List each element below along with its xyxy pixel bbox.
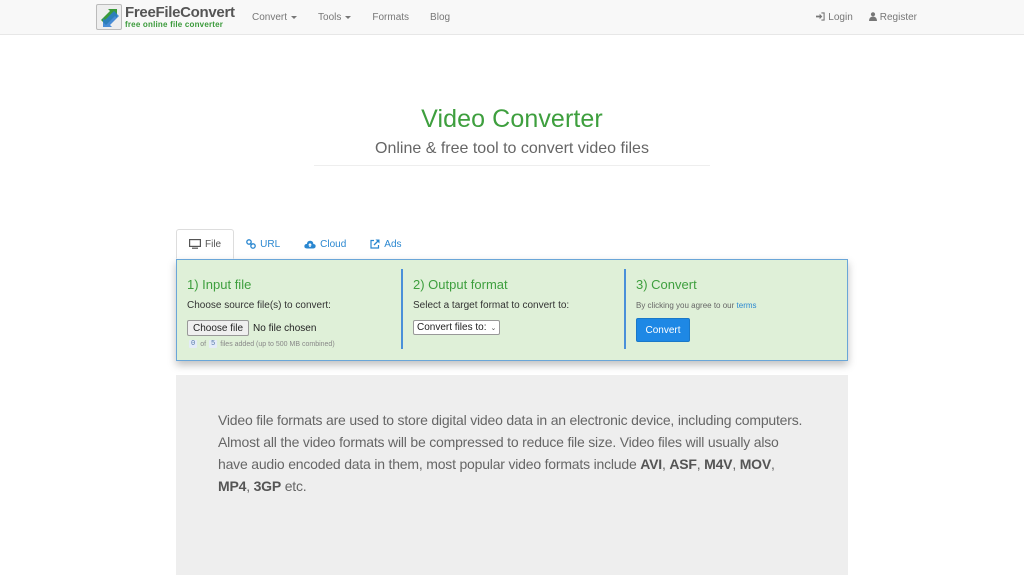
nav-account: Login Register [800, 0, 917, 35]
tab-ads[interactable]: Ads [358, 229, 413, 259]
file-count-of: of [200, 340, 207, 348]
format-avi: AVI [640, 456, 662, 472]
input-file-step: 1) Input file Choose source file(s) to c… [177, 260, 401, 360]
tab-file-label: File [205, 238, 222, 250]
monitor-icon [189, 239, 201, 249]
info-text: Video file formats are used to store dig… [218, 412, 803, 494]
chevron-down-icon: ⌄ [490, 324, 497, 332]
tab-cloud[interactable]: Cloud [292, 229, 358, 259]
info-section: Video file formats are used to store dig… [176, 375, 848, 575]
cloud-upload-icon [304, 240, 316, 249]
source-tabs: File URL Cloud Ads [176, 229, 414, 259]
navbar: FreeFileConvert free online file convert… [0, 0, 1024, 35]
nav-tools[interactable]: Tools [318, 12, 352, 23]
output-format-label: Select a target format to convert to: [413, 300, 570, 311]
format-m4v: M4V [704, 456, 733, 472]
nav-convert[interactable]: Convert [252, 12, 298, 23]
divider [314, 165, 710, 166]
tab-url[interactable]: URL [234, 229, 292, 259]
file-count-suffix: files added (up to 500 MB combined) [220, 340, 335, 348]
user-icon [868, 12, 877, 23]
format-asf: ASF [669, 456, 697, 472]
convert-step: 3) Convert By clicking you agree to our … [624, 269, 847, 349]
register-link[interactable]: Register [868, 12, 917, 23]
info-text-end: etc. [281, 478, 307, 494]
external-link-icon [370, 239, 380, 249]
login-link[interactable]: Login [816, 12, 853, 23]
converter-panel: 1) Input file Choose source file(s) to c… [176, 259, 848, 361]
convert-button[interactable]: Convert [636, 318, 690, 342]
file-status: No file chosen [253, 322, 317, 334]
logo-arrows-icon [96, 4, 122, 30]
nav-formats[interactable]: Formats [372, 12, 409, 23]
link-icon [246, 239, 256, 249]
tab-ads-label: Ads [384, 238, 402, 250]
output-format-value: Convert files to: [417, 322, 487, 333]
convert-heading: 3) Convert [636, 277, 697, 292]
nav-links: Convert Tools Formats Blog [252, 0, 471, 35]
logo-title: FreeFileConvert [125, 4, 235, 21]
choose-file-button[interactable]: Choose file [187, 320, 250, 336]
tab-file[interactable]: File [176, 229, 235, 259]
tab-url-label: URL [260, 238, 281, 250]
output-format-step: 2) Output format Select a target format … [401, 269, 624, 349]
file-count: 0 of 5 files added (up to 500 MB combine… [187, 340, 391, 348]
nav-tools-label: Tools [318, 12, 342, 23]
tab-cloud-label: Cloud [320, 238, 347, 250]
sign-in-icon [816, 12, 825, 23]
format-mp4: MP4 [218, 478, 247, 494]
nav-convert-label: Convert [252, 12, 288, 23]
caret-down-icon [291, 16, 298, 19]
logo[interactable]: FreeFileConvert free online file convert… [96, 4, 235, 30]
input-file-heading: 1) Input file [187, 277, 252, 292]
file-count-current: 0 [189, 340, 198, 348]
output-format-select[interactable]: Convert files to: ⌄ [413, 320, 501, 335]
nav-blog-label: Blog [430, 12, 451, 23]
terms-notice: By clicking you agree to our terms [636, 301, 837, 310]
page-subtitle: Online & free tool to convert video file… [375, 140, 649, 157]
terms-notice-text: By clicking you agree to our [636, 301, 735, 310]
page-title: Video Converter [421, 105, 603, 133]
nav-formats-label: Formats [372, 12, 410, 23]
input-file-label: Choose source file(s) to convert: [187, 300, 331, 311]
nav-blog[interactable]: Blog [430, 12, 450, 23]
format-mov: MOV [739, 456, 771, 472]
logo-subtitle: free online file converter [125, 20, 224, 29]
caret-down-icon [345, 16, 352, 19]
register-label: Register [879, 12, 917, 23]
login-label: Login [828, 12, 853, 23]
hero: Video Converter Online & free tool to co… [0, 105, 1024, 166]
format-3gp: 3GP [253, 478, 282, 494]
file-count-max: 5 [209, 340, 218, 348]
terms-link[interactable]: terms [737, 301, 757, 310]
output-format-heading: 2) Output format [413, 277, 508, 292]
